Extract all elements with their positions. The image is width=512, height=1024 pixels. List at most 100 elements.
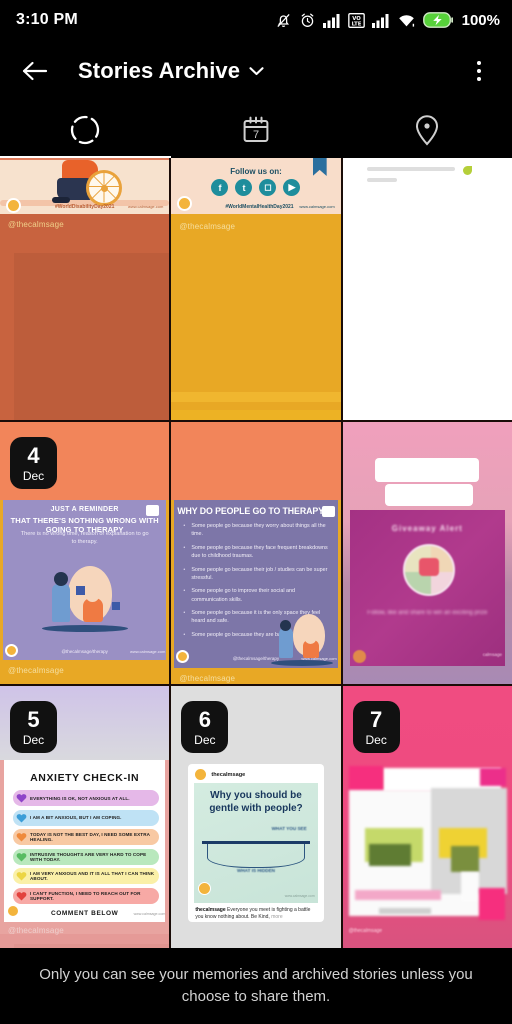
kebab-menu-icon[interactable]: [464, 56, 494, 86]
tab-calendar[interactable]: 7: [171, 102, 342, 158]
alarm-clock-icon: [301, 13, 314, 27]
story-cell-7[interactable]: ANXIETY CHECK-IN EVERYTHING IS OK, NOT A…: [0, 686, 170, 948]
scale-row: INTRUSIVE THOUGHTS ARE VERY HARD TO COPE…: [13, 848, 160, 865]
scale-row: I AM VERY ANXIOUS AND IT IS ALL THAT I C…: [13, 868, 160, 884]
heart-icon: [16, 872, 27, 881]
list-item: Some people go because they worry about …: [183, 522, 332, 539]
date-day: 4: [27, 442, 40, 468]
story-watermark: @thecalmsage: [8, 926, 64, 935]
giveaway-photo: [402, 544, 455, 596]
back-button[interactable]: [18, 54, 52, 88]
date-month: Dec: [194, 732, 216, 747]
signal-bars-2-icon: [371, 13, 389, 28]
blurred-text-line: [366, 178, 397, 182]
giveaway-body: Follow, like and share to win an excitin…: [367, 610, 488, 616]
date-badge: 5 Dec: [10, 701, 57, 753]
puzzle-piece: [112, 602, 120, 610]
story-site: www.calmsage.com: [284, 894, 315, 898]
client-head: [86, 590, 99, 602]
volte-icon: VO LTE: [347, 12, 365, 28]
story-band: [171, 218, 341, 420]
story-cell-4[interactable]: JUST A REMINDER THAT THERE'S NOTHING WRO…: [0, 422, 170, 684]
story-watermark: @thecalmsage: [8, 666, 64, 675]
brand-logo: [352, 650, 366, 663]
post-quote-line-2: gentle with people?: [209, 802, 303, 814]
status-bar: 3:10 PM VO LTE 100%: [0, 0, 512, 40]
date-month: Dec: [22, 468, 45, 483]
story-band: [342, 940, 512, 948]
scale-row-label: INTRUSIVE THOUGHTS ARE VERY HARD TO COPE…: [30, 851, 147, 862]
caption-more-link[interactable]: more: [271, 914, 282, 920]
reminder-body: There is no wrong time, reason or explan…: [20, 531, 149, 546]
heart-icon: [16, 852, 27, 862]
story-cell-3[interactable]: [342, 158, 512, 420]
story-watermark: @thecalmsage: [179, 222, 236, 231]
story-watermark: @thecalmsage: [8, 220, 64, 229]
therapy-list-title: WHY DO PEOPLE GO TO THERAPY: [177, 506, 324, 516]
quote-sticker-icon: [146, 505, 160, 516]
tab-map[interactable]: [341, 102, 512, 158]
tab-stories[interactable]: [0, 102, 171, 158]
story-cell-5[interactable]: WHY DO PEOPLE GO TO THERAPY Some people …: [171, 422, 341, 684]
social-icons: f t ◻ ▶: [171, 179, 340, 196]
story-art: #WorldDisabilityDay2021 www.calmsage.com: [0, 158, 170, 214]
leaf-icon: [462, 166, 472, 175]
date-badge: 4 Dec: [10, 437, 57, 489]
story-cell-2[interactable]: Follow us on: f t ◻ ▶ #WorldMentalHealth…: [171, 158, 341, 420]
date-day: 5: [27, 706, 40, 732]
quote-sticker-icon: [321, 506, 335, 517]
heart-icon: [16, 813, 27, 823]
photo-block: [368, 844, 411, 866]
story-band-3: [171, 410, 341, 420]
therapist-figure: [278, 628, 293, 658]
scale-row: TODAY IS NOT THE BEST DAY, I NEED SOME E…: [13, 829, 160, 845]
list-item: Some people go to improve their social a…: [183, 587, 332, 604]
date-badge: 7 Dec: [352, 701, 400, 753]
story-watermark: @thecalmsage: [348, 928, 383, 934]
post-header: thecalmsage: [195, 769, 245, 780]
story-watermark: @thecalmsage: [179, 674, 236, 683]
twitter-icon: t: [235, 179, 253, 196]
reminder-title-1: JUST A REMINDER: [50, 506, 119, 513]
chevron-down-icon: [249, 67, 264, 76]
list-item: Some people go because they face frequen…: [183, 544, 332, 561]
therapist-figure: [52, 584, 70, 622]
story-band-2: [14, 253, 170, 420]
photo-block: [478, 888, 505, 920]
therapist-head: [279, 620, 291, 631]
story-site: www.calmsage.com: [299, 204, 335, 209]
story-cell-1[interactable]: #WorldDisabilityDay2021 www.calmsage.com…: [0, 158, 170, 420]
brand-logo: [177, 196, 193, 211]
date-month: Dec: [22, 732, 45, 747]
giveaway-title: Giveaway Alert: [391, 524, 463, 533]
date-day: 6: [198, 706, 211, 732]
wifi-icon: [398, 14, 414, 27]
facebook-icon: f: [211, 179, 229, 196]
status-clock: 3:10 PM: [16, 11, 78, 28]
photo-block: [348, 766, 383, 792]
photo-block: [450, 846, 479, 872]
iceberg-label-top: WHAT YOU SEE: [271, 826, 307, 831]
signal-bars-icon: [322, 13, 340, 28]
story-cell-8[interactable]: thecalmsage Why you should be gentle wit…: [171, 686, 341, 948]
date-month: Dec: [365, 732, 387, 747]
sticker-pill: [374, 458, 479, 482]
date-day: 7: [370, 706, 383, 732]
illustration-base: [42, 625, 128, 632]
date-badge: 6 Dec: [181, 701, 229, 753]
story-site: www.calmsage.com: [127, 204, 164, 209]
page-title: Stories Archive: [78, 58, 241, 83]
stories-archive-screen: 3:10 PM VO LTE 100% Stories Archive 7 #W…: [0, 0, 512, 1024]
scale-row: I AM A BIT ANXIOUS, BUT I AM COPING.: [13, 809, 160, 826]
scale-row-label: EVERYTHING IS OK, NOT ANXIOUS AT ALL.: [30, 795, 130, 801]
story-cell-9[interactable]: @thecalmsage 7 Dec: [342, 686, 512, 948]
story-cell-6[interactable]: Giveaway Alert Follow, like and share to…: [342, 422, 512, 684]
story-site: www.calmsage.com: [129, 649, 166, 654]
privacy-note: Only you can see your memories and archi…: [39, 966, 473, 1005]
story-site: calmsage: [482, 652, 502, 657]
post-author: thecalmsage: [211, 771, 246, 778]
archive-type-selector[interactable]: Stories Archive: [78, 58, 264, 84]
archive-tabs: 7: [0, 102, 512, 158]
list-item: Some people go because their job / studi…: [183, 566, 332, 583]
photo-block: [354, 890, 441, 900]
